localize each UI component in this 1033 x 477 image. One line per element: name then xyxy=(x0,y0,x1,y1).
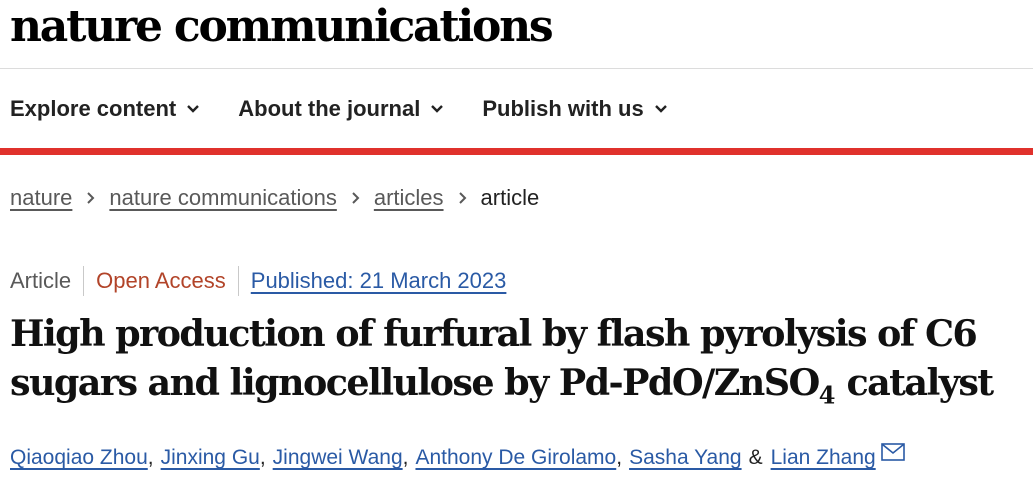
site-logo[interactable]: nature communications xyxy=(10,2,554,52)
article-title: High production of furfural by flash pyr… xyxy=(10,309,1033,407)
author-separator: , xyxy=(147,446,154,469)
article-title-line2: sugars and lignocellulose by Pd-PdO/ZnSO xyxy=(10,361,820,404)
author-separator: , xyxy=(616,446,623,469)
breadcrumb: nature nature communications articles ar… xyxy=(10,185,539,211)
author-separator: , xyxy=(402,446,409,469)
chevron-down-icon xyxy=(186,104,200,114)
corresponding-author-link[interactable]: Lian Zhang xyxy=(771,446,876,470)
author-link[interactable]: Jinxing Gu xyxy=(161,446,260,470)
header-divider xyxy=(0,68,1033,69)
author-separator: , xyxy=(259,446,266,469)
article-type: Article xyxy=(10,268,72,293)
author-ampersand: & xyxy=(748,446,763,469)
nav-publish-with-us-label: Publish with us xyxy=(482,96,644,121)
author-list: Qiaoqiao Zhou, Jinxing Gu, Jingwei Wang,… xyxy=(10,443,905,470)
author-link[interactable]: Anthony De Girolamo xyxy=(415,446,616,470)
meta-divider xyxy=(237,266,239,296)
chevron-right-icon xyxy=(458,191,467,205)
mail-icon[interactable] xyxy=(880,443,905,461)
meta-divider xyxy=(83,266,85,296)
article-title-line1: High production of furfural by flash pyr… xyxy=(10,312,978,355)
chevron-down-icon xyxy=(654,104,668,114)
chevron-right-icon xyxy=(351,191,360,205)
author-link[interactable]: Sasha Yang xyxy=(629,446,742,470)
nav-explore-content[interactable]: Explore content xyxy=(10,96,200,122)
article-meta: Article Open Access Published: 21 March … xyxy=(10,266,506,296)
published-date-link[interactable]: Published: 21 March 2023 xyxy=(251,268,507,294)
author-link[interactable]: Jingwei Wang xyxy=(273,446,403,470)
open-access-label: Open Access xyxy=(96,268,226,293)
breadcrumb-nature[interactable]: nature xyxy=(10,185,72,211)
chevron-right-icon xyxy=(86,191,95,205)
accent-bar xyxy=(0,148,1033,155)
chevron-down-icon xyxy=(430,104,444,114)
article-title-subscript: 4 xyxy=(818,380,836,410)
breadcrumb-current: article xyxy=(480,185,540,210)
breadcrumb-nature-communications[interactable]: nature communications xyxy=(109,185,336,211)
nav-about-the-journal[interactable]: About the journal xyxy=(238,96,444,122)
article-title-line2-end: catalyst xyxy=(835,361,994,404)
nav-explore-content-label: Explore content xyxy=(10,96,177,121)
breadcrumb-articles[interactable]: articles xyxy=(374,185,444,211)
nav-publish-with-us[interactable]: Publish with us xyxy=(482,96,667,122)
nav-about-the-journal-label: About the journal xyxy=(238,96,421,121)
author-link[interactable]: Qiaoqiao Zhou xyxy=(10,446,148,470)
main-nav: Explore content About the journal Publis… xyxy=(10,93,706,125)
